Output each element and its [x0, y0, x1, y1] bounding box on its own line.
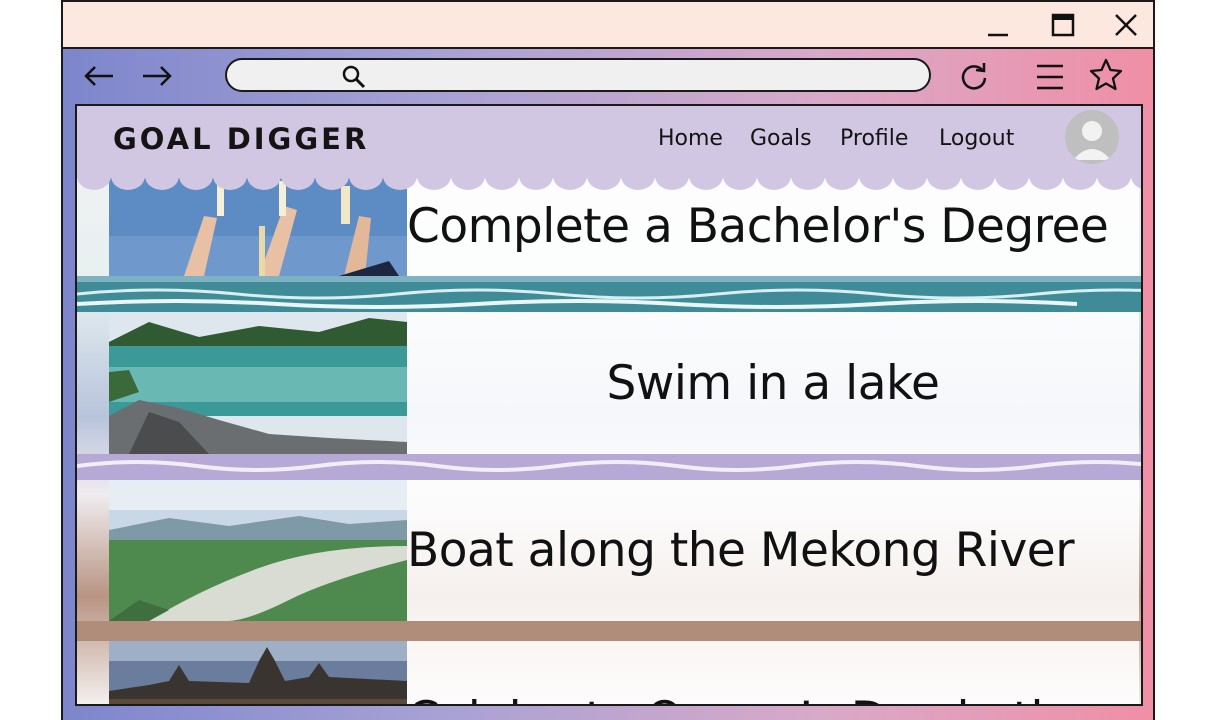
ocean-wave-strip	[77, 276, 1141, 312]
maximize-icon[interactable]	[1046, 8, 1080, 42]
browser-window: Complete a Bachelor's Degree Swim in a l…	[61, 0, 1155, 720]
user-avatar-icon[interactable]	[1065, 110, 1119, 164]
address-bar[interactable]	[225, 58, 931, 92]
sand-strip	[77, 621, 1141, 641]
goal-title: Boat along the Mekong River	[407, 523, 1075, 578]
close-icon[interactable]	[1109, 8, 1143, 42]
title-bar	[63, 2, 1153, 49]
site-logo[interactable]: GOAL DIGGER	[113, 122, 369, 156]
goal-image-mekong	[109, 480, 407, 621]
goal-card[interactable]: Celebrate Queen’s Day in the	[109, 641, 1139, 704]
reload-icon[interactable]	[956, 59, 992, 95]
page-viewport[interactable]: Complete a Bachelor's Degree Swim in a l…	[75, 104, 1143, 706]
surf-foam-strip	[77, 454, 1141, 480]
goal-title: Celebrate Queen’s Day in the	[407, 641, 1139, 704]
goal-title: Swim in a lake	[606, 355, 940, 411]
search-icon	[341, 64, 367, 90]
minimize-icon[interactable]	[981, 8, 1015, 42]
arrow-left-icon[interactable]	[81, 58, 117, 94]
hamburger-menu-icon[interactable]	[1032, 59, 1068, 95]
goal-card[interactable]: Boat along the Mekong River	[109, 480, 1139, 621]
nav-link-goals[interactable]: Goals	[750, 126, 812, 151]
nav-link-logout[interactable]: Logout	[939, 126, 1014, 151]
star-icon[interactable]	[1088, 57, 1124, 93]
goal-image-lake	[109, 312, 407, 454]
browser-toolbar	[63, 49, 1153, 103]
goal-card[interactable]: Swim in a lake	[109, 312, 1139, 454]
nav-link-profile[interactable]: Profile	[840, 126, 908, 151]
address-input[interactable]	[377, 64, 901, 90]
goal-image-amsterdam	[109, 641, 407, 704]
site-header: GOAL DIGGER Home Goals Profile Logout	[77, 106, 1141, 178]
arrow-right-icon[interactable]	[139, 58, 175, 94]
header-scallop-edge	[77, 170, 1141, 190]
nav-link-home[interactable]: Home	[658, 126, 723, 151]
